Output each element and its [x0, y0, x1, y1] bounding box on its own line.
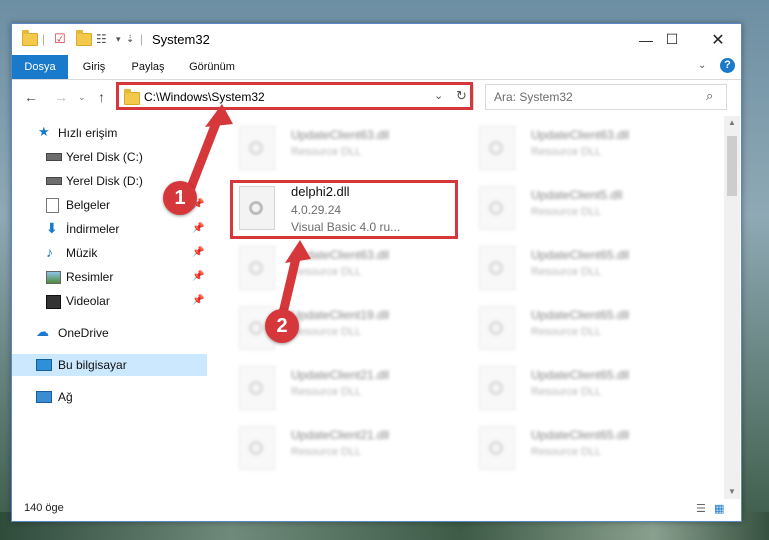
arrow-head	[205, 104, 233, 127]
arrow-head	[285, 240, 311, 263]
arrow-to-address	[185, 113, 223, 195]
step-marker-one: 1	[163, 181, 197, 215]
step-marker-two: 2	[265, 309, 299, 343]
annotation-arrows	[185, 104, 311, 318]
